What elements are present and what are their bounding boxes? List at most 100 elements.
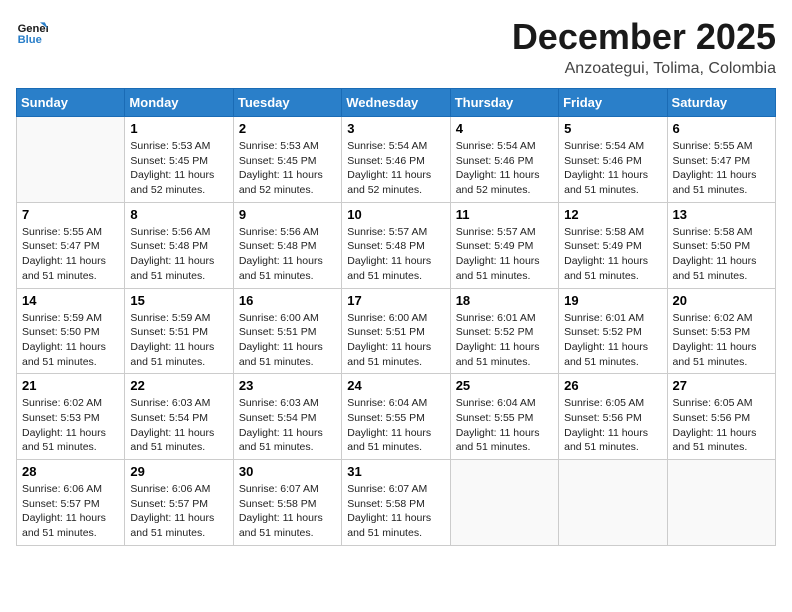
calendar-cell: 7 Sunrise: 5:55 AMSunset: 5:47 PMDaylight…	[17, 202, 125, 288]
weekday-header-sunday: Sunday	[17, 89, 125, 117]
day-number: 23	[239, 378, 336, 393]
day-number: 21	[22, 378, 119, 393]
calendar-cell	[559, 460, 667, 546]
calendar-cell: 17 Sunrise: 6:00 AMSunset: 5:51 PMDayligh…	[342, 288, 450, 374]
calendar-cell: 1Sunrise: 5:53 AMSunset: 5:45 PMDaylight…	[125, 117, 233, 203]
logo: General Blue	[16, 16, 48, 48]
calendar-cell: 10 Sunrise: 5:57 AMSunset: 5:48 PMDayligh…	[342, 202, 450, 288]
day-info: Sunrise: 6:05 AMSunset: 5:56 PMDaylight:…	[673, 396, 770, 455]
day-number: 14	[22, 293, 119, 308]
calendar-cell: 11 Sunrise: 5:57 AMSunset: 5:49 PMDayligh…	[450, 202, 558, 288]
calendar-cell: 19Sunrise: 6:01 AMSunset: 5:52 PMDayligh…	[559, 288, 667, 374]
calendar-cell: 8Sunrise: 5:56 AMSunset: 5:48 PMDaylight…	[125, 202, 233, 288]
svg-text:Blue: Blue	[18, 34, 42, 46]
day-number: 20	[673, 293, 770, 308]
day-number: 19	[564, 293, 661, 308]
calendar-cell: 30 Sunrise: 6:07 AMSunset: 5:58 PMDayligh…	[233, 460, 341, 546]
day-number: 7	[22, 207, 119, 222]
calendar-cell: 29 Sunrise: 6:06 AMSunset: 5:57 PMDayligh…	[125, 460, 233, 546]
day-number: 5	[564, 121, 661, 136]
day-info: Sunrise: 6:03 AMSunset: 5:54 PMDaylight:…	[239, 396, 336, 455]
day-number: 28	[22, 464, 119, 479]
calendar: SundayMondayTuesdayWednesdayThursdayFrid…	[16, 88, 776, 546]
day-info: Sunrise: 6:04 AMSunset: 5:55 PMDaylight:…	[456, 396, 553, 455]
calendar-cell: 21 Sunrise: 6:02 AMSunset: 5:53 PMDayligh…	[17, 374, 125, 460]
calendar-cell: 28 Sunrise: 6:06 AMSunset: 5:57 PMDayligh…	[17, 460, 125, 546]
calendar-cell: 16Sunrise: 6:00 AMSunset: 5:51 PMDayligh…	[233, 288, 341, 374]
day-info: Sunrise: 5:54 AMSunset: 5:46 PMDaylight:…	[347, 139, 444, 198]
day-info: Sunrise: 6:07 AMSunset: 5:58 PMDaylight:…	[239, 482, 336, 541]
calendar-cell: 6 Sunrise: 5:55 AMSunset: 5:47 PMDaylight…	[667, 117, 775, 203]
day-number: 4	[456, 121, 553, 136]
day-number: 25	[456, 378, 553, 393]
day-number: 11	[456, 207, 553, 222]
calendar-cell: 15Sunrise: 5:59 AMSunset: 5:51 PMDayligh…	[125, 288, 233, 374]
day-info: Sunrise: 6:02 AMSunset: 5:53 PMDaylight:…	[673, 311, 770, 370]
calendar-cell: 18Sunrise: 6:01 AMSunset: 5:52 PMDayligh…	[450, 288, 558, 374]
day-info: Sunrise: 6:06 AMSunset: 5:57 PMDaylight:…	[130, 482, 227, 541]
calendar-week-2: 7 Sunrise: 5:55 AMSunset: 5:47 PMDaylight…	[17, 202, 776, 288]
calendar-cell: 13Sunrise: 5:58 AMSunset: 5:50 PMDayligh…	[667, 202, 775, 288]
calendar-cell	[17, 117, 125, 203]
weekday-header-tuesday: Tuesday	[233, 89, 341, 117]
weekday-header-friday: Friday	[559, 89, 667, 117]
day-number: 17	[347, 293, 444, 308]
day-info: Sunrise: 5:55 AMSunset: 5:47 PMDaylight:…	[673, 139, 770, 198]
day-info: Sunrise: 5:58 AMSunset: 5:49 PMDaylight:…	[564, 225, 661, 284]
weekday-header-thursday: Thursday	[450, 89, 558, 117]
day-info: Sunrise: 6:03 AMSunset: 5:54 PMDaylight:…	[130, 396, 227, 455]
day-number: 1	[130, 121, 227, 136]
day-number: 18	[456, 293, 553, 308]
day-number: 13	[673, 207, 770, 222]
day-number: 30	[239, 464, 336, 479]
calendar-week-4: 21 Sunrise: 6:02 AMSunset: 5:53 PMDayligh…	[17, 374, 776, 460]
day-number: 31	[347, 464, 444, 479]
calendar-cell: 3 Sunrise: 5:54 AMSunset: 5:46 PMDaylight…	[342, 117, 450, 203]
day-number: 10	[347, 207, 444, 222]
day-info: Sunrise: 6:02 AMSunset: 5:53 PMDaylight:…	[22, 396, 119, 455]
day-info: Sunrise: 5:59 AMSunset: 5:50 PMDaylight:…	[22, 311, 119, 370]
calendar-cell: 4Sunrise: 5:54 AMSunset: 5:46 PMDaylight…	[450, 117, 558, 203]
day-info: Sunrise: 5:57 AMSunset: 5:48 PMDaylight:…	[347, 225, 444, 284]
day-info: Sunrise: 5:56 AMSunset: 5:48 PMDaylight:…	[239, 225, 336, 284]
day-info: Sunrise: 5:57 AMSunset: 5:49 PMDaylight:…	[456, 225, 553, 284]
day-info: Sunrise: 5:55 AMSunset: 5:47 PMDaylight:…	[22, 225, 119, 284]
day-number: 3	[347, 121, 444, 136]
day-info: Sunrise: 6:06 AMSunset: 5:57 PMDaylight:…	[22, 482, 119, 541]
calendar-cell: 24 Sunrise: 6:04 AMSunset: 5:55 PMDayligh…	[342, 374, 450, 460]
day-info: Sunrise: 6:04 AMSunset: 5:55 PMDaylight:…	[347, 396, 444, 455]
calendar-week-3: 14 Sunrise: 5:59 AMSunset: 5:50 PMDayligh…	[17, 288, 776, 374]
day-info: Sunrise: 6:00 AMSunset: 5:51 PMDaylight:…	[347, 311, 444, 370]
day-number: 9	[239, 207, 336, 222]
header: General Blue December 2025 Anzoategui, T…	[16, 16, 776, 78]
calendar-cell: 25 Sunrise: 6:04 AMSunset: 5:55 PMDayligh…	[450, 374, 558, 460]
logo-icon: General Blue	[16, 16, 48, 48]
day-number: 22	[130, 378, 227, 393]
day-number: 26	[564, 378, 661, 393]
day-info: Sunrise: 6:05 AMSunset: 5:56 PMDaylight:…	[564, 396, 661, 455]
month-title: December 2025	[512, 16, 776, 58]
title-section: December 2025 Anzoategui, Tolima, Colomb…	[512, 16, 776, 78]
calendar-cell: 2Sunrise: 5:53 AMSunset: 5:45 PMDaylight…	[233, 117, 341, 203]
day-info: Sunrise: 6:07 AMSunset: 5:58 PMDaylight:…	[347, 482, 444, 541]
calendar-cell: 27 Sunrise: 6:05 AMSunset: 5:56 PMDayligh…	[667, 374, 775, 460]
day-number: 27	[673, 378, 770, 393]
calendar-cell	[450, 460, 558, 546]
day-number: 24	[347, 378, 444, 393]
calendar-cell: 5Sunrise: 5:54 AMSunset: 5:46 PMDaylight…	[559, 117, 667, 203]
calendar-week-1: 1Sunrise: 5:53 AMSunset: 5:45 PMDaylight…	[17, 117, 776, 203]
day-info: Sunrise: 5:59 AMSunset: 5:51 PMDaylight:…	[130, 311, 227, 370]
calendar-cell: 9 Sunrise: 5:56 AMSunset: 5:48 PMDaylight…	[233, 202, 341, 288]
calendar-cell: 23 Sunrise: 6:03 AMSunset: 5:54 PMDayligh…	[233, 374, 341, 460]
calendar-cell: 20 Sunrise: 6:02 AMSunset: 5:53 PMDayligh…	[667, 288, 775, 374]
day-number: 6	[673, 121, 770, 136]
calendar-cell: 14 Sunrise: 5:59 AMSunset: 5:50 PMDayligh…	[17, 288, 125, 374]
weekday-header-row: SundayMondayTuesdayWednesdayThursdayFrid…	[17, 89, 776, 117]
day-number: 8	[130, 207, 227, 222]
calendar-cell	[667, 460, 775, 546]
calendar-cell: 12 Sunrise: 5:58 AMSunset: 5:49 PMDayligh…	[559, 202, 667, 288]
calendar-cell: 26 Sunrise: 6:05 AMSunset: 5:56 PMDayligh…	[559, 374, 667, 460]
day-number: 12	[564, 207, 661, 222]
day-number: 29	[130, 464, 227, 479]
calendar-cell: 31 Sunrise: 6:07 AMSunset: 5:58 PMDayligh…	[342, 460, 450, 546]
